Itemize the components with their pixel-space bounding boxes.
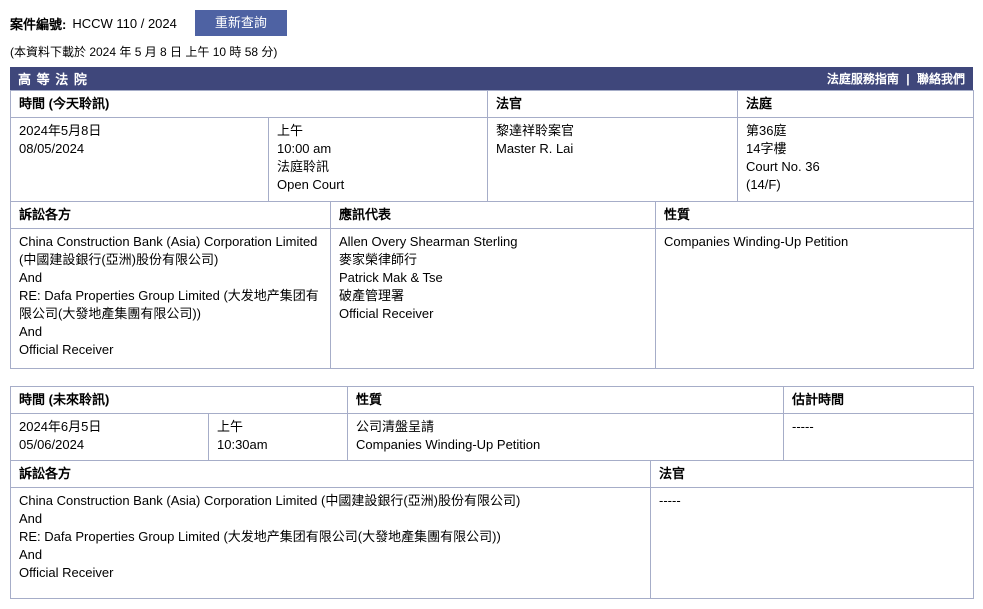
today-hearing-time-table: 時間 (今天聆訊) 法官 法庭 2024年5月8日 08/05/2024 上午 … [10,90,974,202]
future-estimated-cell: ----- [783,413,974,461]
court-banner: 高 等 法 院 法庭服務指南 | 聯絡我們 [10,67,973,90]
case-number-row: 案件編號: HCCW 110 / 2024 重新查詢 [10,10,973,36]
future-data-row: 2024年6月5日 05/06/2024 上午 10:30am 公司清盤呈請 C… [10,413,974,461]
today-nature-cell: Companies Winding-Up Petition [655,228,974,369]
today-data-row: 2024年5月8日 08/05/2024 上午 10:00 am 法庭聆訊 Op… [10,117,974,202]
future-header-row: 時間 (未來聆訊) 性質 估計時間 [10,386,974,414]
future-date-cell: 2024年6月5日 05/06/2024 [10,413,209,461]
page: 案件編號: HCCW 110 / 2024 重新查詢 (本資料下載於 2024 … [0,0,983,607]
future-judge-cell: ----- [650,487,974,599]
today-header-row: 時間 (今天聆訊) 法官 法庭 [10,90,974,118]
court-title: 高 等 法 院 [18,72,88,87]
future-nature-cell: 公司清盤呈請 Companies Winding-Up Petition [347,413,784,461]
download-note: (本資料下載於 2024 年 5 月 8 日 上午 10 時 58 分) [10,45,278,59]
today-parties-data-row: China Construction Bank (Asia) Corporati… [10,228,974,369]
future-parties-data-row: China Construction Bank (Asia) Corporati… [10,487,974,599]
today-parties-header: 訴訟各方 [10,201,331,229]
requery-button[interactable]: 重新查詢 [194,10,287,36]
today-session-cell: 上午 10:00 am 法庭聆訊 Open Court [268,117,488,202]
future-judge-header: 法官 [650,460,974,488]
court-services-guide-link[interactable]: 法庭服務指南 [827,72,899,86]
future-parties-header-row: 訴訟各方 法官 [10,460,974,488]
future-hearing-parties-table: 訴訟各方 法官 China Construction Bank (Asia) C… [10,460,974,599]
today-time-header: 時間 (今天聆訊) [10,90,488,118]
today-parties-cell: China Construction Bank (Asia) Corporati… [10,228,331,369]
today-judge-header: 法官 [487,90,738,118]
banner-links: 法庭服務指南 | 聯絡我們 [827,70,965,87]
case-number-label: 案件編號: [10,16,67,32]
contact-us-link[interactable]: 聯絡我們 [917,72,965,86]
case-number-value: HCCW 110 / 2024 [72,15,177,31]
future-estimated-header: 估計時間 [783,386,974,414]
future-session-cell: 上午 10:30am [208,413,348,461]
today-representatives-header: 應訊代表 [330,201,656,229]
today-nature-header: 性質 [655,201,974,229]
today-hearing-parties-table: 訴訟各方 應訊代表 性質 China Construction Bank (As… [10,201,974,369]
future-hearing-time-table: 時間 (未來聆訊) 性質 估計時間 2024年6月5日 05/06/2024 上… [10,386,974,461]
today-court-header: 法庭 [737,90,974,118]
future-time-header: 時間 (未來聆訊) [10,386,348,414]
today-date-cell: 2024年5月8日 08/05/2024 [10,117,269,202]
future-parties-header: 訴訟各方 [10,460,651,488]
future-nature-header: 性質 [347,386,784,414]
future-parties-cell: China Construction Bank (Asia) Corporati… [10,487,651,599]
today-judge-cell: 黎達祥聆案官 Master R. Lai [487,117,738,202]
today-parties-header-row: 訴訟各方 應訊代表 性質 [10,201,974,229]
today-representatives-cell: Allen Overy Shearman Sterling 麥家榮律師行 Pat… [330,228,656,369]
link-separator: | [906,72,910,86]
today-court-cell: 第36庭 14字樓 Court No. 36 (14/F) [737,117,974,202]
